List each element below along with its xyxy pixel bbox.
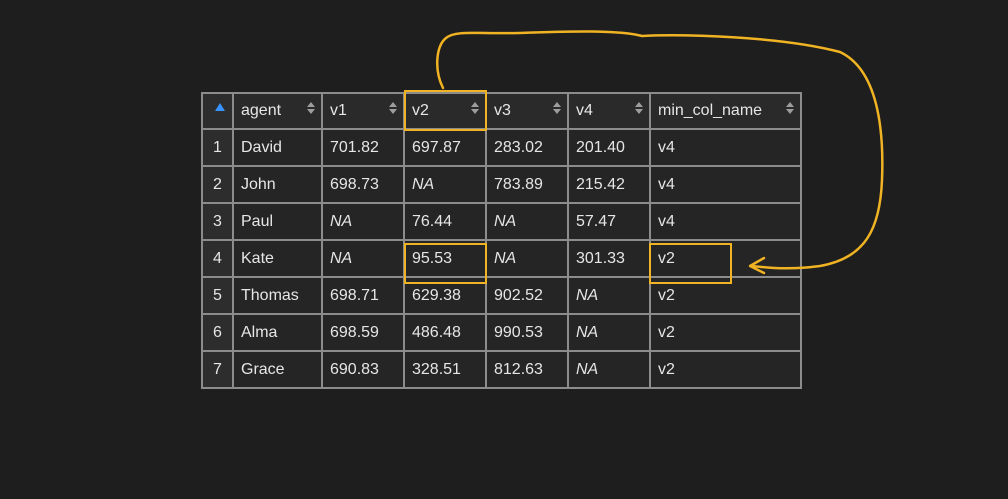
cell-v1: 698.59: [321, 313, 405, 352]
column-header-label: agent: [241, 102, 282, 119]
row-index: 4: [201, 239, 234, 278]
table-row: 6 Alma 698.59 486.48 990.53 NA v2: [201, 313, 802, 352]
cell-v1: 698.73: [321, 165, 405, 204]
cell-v1: 698.71: [321, 276, 405, 315]
cell-min-col-name: v2: [649, 276, 802, 315]
index-header[interactable]: [201, 92, 234, 130]
cell-v2: NA: [403, 165, 487, 204]
row-index: 6: [201, 313, 234, 352]
table-row: 4 Kate NA 95.53 NA 301.33 v2: [201, 239, 802, 278]
cell-v3: 902.52: [485, 276, 569, 315]
cell-v2: 486.48: [403, 313, 487, 352]
cell-v1: 701.82: [321, 128, 405, 167]
cell-v4: 201.40: [567, 128, 651, 167]
column-header-agent[interactable]: agent: [232, 92, 323, 130]
row-index: 2: [201, 165, 234, 204]
row-index: 7: [201, 350, 234, 389]
row-index: 3: [201, 202, 234, 241]
table-row: 1 David 701.82 697.87 283.02 201.40 v4: [201, 128, 802, 167]
cell-agent: Paul: [232, 202, 323, 241]
cell-v2: 76.44: [403, 202, 487, 241]
sort-updown-icon: [786, 102, 794, 114]
column-header-label: min_col_name: [658, 102, 763, 119]
sort-updown-icon: [389, 102, 397, 114]
cell-agent: Alma: [232, 313, 323, 352]
cell-min-col-name: v2: [649, 350, 802, 389]
cell-v1: 690.83: [321, 350, 405, 389]
row-index: 5: [201, 276, 234, 315]
header-row: agent v1 v2 v3 v4 min_col_name: [201, 92, 802, 130]
cell-v1: NA: [321, 202, 405, 241]
cell-agent: David: [232, 128, 323, 167]
column-header-v4[interactable]: v4: [567, 92, 651, 130]
cell-min-col-name: v2: [649, 313, 802, 352]
cell-v4: 301.33: [567, 239, 651, 278]
cell-v2: 629.38: [403, 276, 487, 315]
cell-min-col-name: v4: [649, 202, 802, 241]
cell-v2: 328.51: [403, 350, 487, 389]
table-row: 3 Paul NA 76.44 NA 57.47 v4: [201, 202, 802, 241]
cell-v3: 990.53: [485, 313, 569, 352]
cell-v3: NA: [485, 202, 569, 241]
column-header-label: v3: [494, 102, 511, 119]
cell-v4: 57.47: [567, 202, 651, 241]
cell-v4: 215.42: [567, 165, 651, 204]
cell-v2: 95.53: [403, 239, 487, 278]
cell-v1: NA: [321, 239, 405, 278]
cell-agent: John: [232, 165, 323, 204]
cell-v4: NA: [567, 313, 651, 352]
cell-v3: 283.02: [485, 128, 569, 167]
cell-min-col-name: v2: [649, 239, 802, 278]
cell-agent: Kate: [232, 239, 323, 278]
column-header-v1[interactable]: v1: [321, 92, 405, 130]
cell-v3: 783.89: [485, 165, 569, 204]
column-header-min-col-name[interactable]: min_col_name: [649, 92, 802, 130]
table-row: 2 John 698.73 NA 783.89 215.42 v4: [201, 165, 802, 204]
cell-agent: Thomas: [232, 276, 323, 315]
sort-updown-icon: [307, 102, 315, 114]
cell-agent: Grace: [232, 350, 323, 389]
column-header-label: v1: [330, 102, 347, 119]
sort-updown-icon: [553, 102, 561, 114]
table-row: 7 Grace 690.83 328.51 812.63 NA v2: [201, 350, 802, 389]
cell-v4: NA: [567, 276, 651, 315]
column-header-v2[interactable]: v2: [403, 92, 487, 130]
sort-updown-icon: [471, 102, 479, 114]
column-header-v3[interactable]: v3: [485, 92, 569, 130]
cell-v3: 812.63: [485, 350, 569, 389]
cell-v3: NA: [485, 239, 569, 278]
cell-v2: 697.87: [403, 128, 487, 167]
column-header-label: v2: [412, 102, 429, 119]
cell-v4: NA: [567, 350, 651, 389]
sort-ascending-icon: [215, 103, 225, 111]
sort-updown-icon: [635, 102, 643, 114]
row-index: 1: [201, 128, 234, 167]
cell-min-col-name: v4: [649, 165, 802, 204]
column-header-label: v4: [576, 102, 593, 119]
table-row: 5 Thomas 698.71 629.38 902.52 NA v2: [201, 276, 802, 315]
data-table: agent v1 v2 v3 v4 min_col_name 1 David 7…: [201, 92, 802, 389]
cell-min-col-name: v4: [649, 128, 802, 167]
